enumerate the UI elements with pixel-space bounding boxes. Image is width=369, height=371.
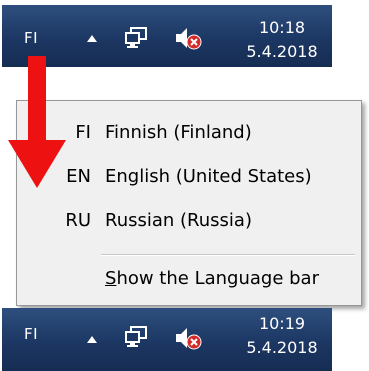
language-code: RU xyxy=(65,210,91,231)
menu-separator xyxy=(101,254,355,256)
clock-date: 5.4.2018 xyxy=(246,338,318,357)
language-name: Finnish (Finland) xyxy=(105,122,252,143)
show-language-bar-item[interactable]: Show the Language bar xyxy=(105,268,319,289)
red-down-arrow-icon xyxy=(8,56,66,188)
clock-date: 5.4.2018 xyxy=(246,42,318,61)
show-language-bar-label: how the Language bar xyxy=(116,268,319,289)
accelerator-key: S xyxy=(105,268,117,289)
taskbar-bottom: FI 10:19 5.4.2018 xyxy=(2,308,332,371)
language-name: English (United States) xyxy=(105,166,312,187)
menu-item-english[interactable]: EN English (United States) xyxy=(17,157,361,197)
show-hidden-icons-arrow-icon[interactable] xyxy=(87,35,97,42)
clock-time: 10:19 xyxy=(258,314,306,333)
menu-item-finnish[interactable]: FI Finnish (Finland) xyxy=(17,113,361,153)
volume-muted-icon[interactable] xyxy=(174,26,202,50)
network-icon[interactable] xyxy=(124,27,148,49)
volume-muted-icon[interactable] xyxy=(174,326,202,350)
language-name: Russian (Russia) xyxy=(105,210,252,231)
language-menu: FI Finnish (Finland) EN English (United … xyxy=(16,100,362,306)
system-clock[interactable]: 10:18 5.4.2018 xyxy=(234,16,330,64)
network-icon[interactable] xyxy=(124,326,148,348)
screenshot-root: FI 10:18 5.4.2018 FI Finnish (Finland) E… xyxy=(0,0,369,371)
language-indicator[interactable]: FI xyxy=(24,29,38,47)
system-clock[interactable]: 10:19 5.4.2018 xyxy=(234,312,330,360)
show-hidden-icons-arrow-icon[interactable] xyxy=(87,336,97,343)
clock-time: 10:18 xyxy=(258,18,306,37)
menu-item-russian[interactable]: RU Russian (Russia) xyxy=(17,201,361,241)
language-indicator[interactable]: FI xyxy=(24,325,38,343)
